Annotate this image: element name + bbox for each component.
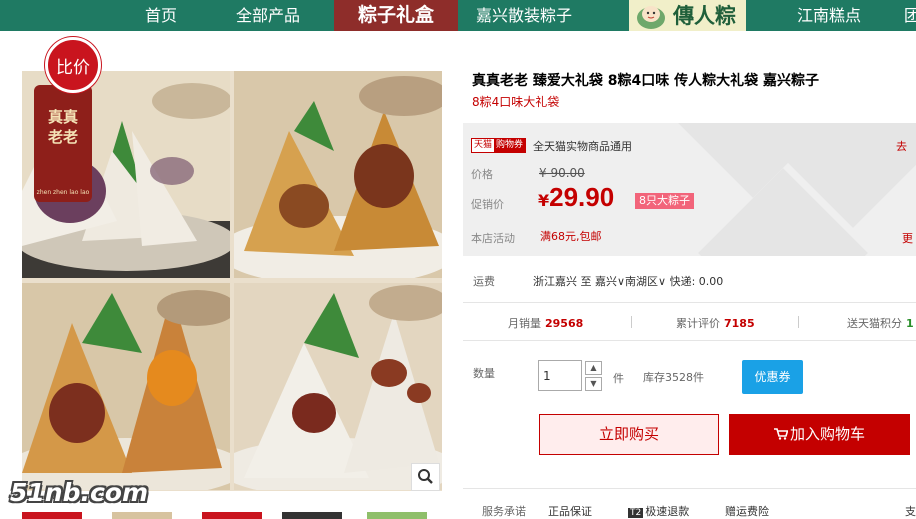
nav-item-jiangnan-pastry[interactable]: 江南糕点 [797, 0, 861, 31]
coupon-label: 购物券 [494, 139, 526, 152]
service-genuine[interactable]: 正品保证 [548, 503, 592, 519]
monthly-sales: 月销量 29568 [508, 315, 583, 331]
coupon-button[interactable]: 优惠券 [742, 360, 803, 394]
promo-text: 全天猫实物商品通用 [533, 140, 632, 153]
total-reviews[interactable]: 累计评价 7185 [676, 315, 755, 331]
zongzi-image-egg-yolk [22, 283, 230, 490]
add-to-cart-button[interactable]: 加入购物车 [729, 414, 910, 455]
shipping-label: 运费 [473, 275, 495, 288]
nav-item-bulk-zongzi[interactable]: 嘉兴散装粽子 [476, 0, 572, 31]
zongzi-image-purple: 真真老老 zhen zhen lao lao [22, 71, 230, 278]
quantity-label: 数量 [473, 367, 495, 380]
tmall-label: 天猫 [472, 139, 495, 152]
brand-nav-label: 傳人粽 [673, 3, 736, 28]
mascot-icon [637, 6, 665, 29]
zoom-button[interactable] [411, 463, 440, 491]
thumbnail-2[interactable] [112, 512, 172, 519]
sale-price-label: 促销价 [471, 198, 504, 211]
brand-seal-logo: 真真老老 zhen zhen lao lao [34, 85, 92, 202]
thumbnail-3[interactable] [202, 512, 262, 519]
product-subtitle: 8粽4口味大礼袋 [472, 95, 560, 109]
tmall-coupon-logo: 天猫 购物券 [471, 138, 527, 153]
original-price-label: 价格 [471, 168, 493, 181]
magnifier-icon [418, 469, 433, 484]
monthly-sales-value: 29568 [545, 317, 584, 330]
compare-price-badge[interactable]: 比价 [45, 37, 101, 93]
zongzi-image-red-bean [234, 283, 442, 490]
zongzi-image-pork [234, 71, 442, 278]
quantity-input[interactable] [538, 360, 582, 391]
original-price: ¥ 90.00 [539, 166, 585, 180]
shipping-destination-selector[interactable]: 浙江嘉兴 至 嘉兴∨南湖区∨ 快递: 0.00 [533, 273, 723, 289]
divider [631, 316, 632, 328]
activity-label: 本店活动 [471, 232, 515, 245]
thumbnail-1[interactable] [22, 512, 82, 519]
nav-item-more[interactable]: 团 [904, 0, 916, 31]
quantity-decrease-button[interactable]: ▼ [585, 377, 602, 391]
site-watermark: 51nb.com [10, 478, 149, 507]
nav-item-zongzi-gift-box[interactable]: 粽子礼盒 [334, 0, 459, 31]
tmall-points-label: 送天猫积分 [847, 317, 902, 330]
total-reviews-label: 累计评价 [676, 317, 720, 330]
quantity-increase-button[interactable]: ▲ [585, 361, 602, 375]
currency-symbol: ¥ [538, 191, 550, 210]
monthly-sales-label: 月销量 [508, 317, 541, 330]
top-navigation-bar: 首页 全部产品 粽子礼盒 嘉兴散装粽子 傳人粽 江南糕点 团 [0, 0, 916, 31]
activity-text: 满68元,包邮 [540, 230, 602, 243]
product-main-image[interactable]: 真真老老 zhen zhen lao lao [22, 71, 442, 491]
divider [798, 316, 799, 328]
service-promise-label: 服务承诺 [482, 505, 526, 518]
service-shipping-insurance[interactable]: 赠运费险 [725, 503, 769, 519]
sale-price: ¥29.90 [538, 182, 614, 213]
seal-text: 真真老老 [47, 108, 78, 146]
thumbnail-5[interactable] [367, 512, 427, 519]
divider [463, 302, 916, 303]
seal-subtext: zhen zhen lao lao [36, 189, 90, 196]
fast-refund-label: 极速退款 [645, 505, 690, 518]
product-title: 真真老老 臻爱大礼袋 8粽4口味 传人粽大礼袋 嘉兴粽子 [472, 73, 819, 89]
divider [463, 340, 916, 341]
buy-now-button[interactable]: 立即购买 [539, 414, 719, 455]
total-reviews-value: 7185 [724, 317, 755, 330]
sale-tag: 8只大粽子 [635, 193, 694, 209]
t2-badge: T2 [628, 508, 644, 518]
price-panel: 天猫 购物券 全天猫实物商品通用 去 价格 ¥ 90.00 促销价 ¥29.90… [463, 123, 916, 256]
promo-link[interactable]: 去 [896, 138, 907, 154]
tmall-points-value: 1 [906, 317, 914, 330]
add-to-cart-label: 加入购物车 [789, 425, 865, 443]
more-link[interactable]: 更 [902, 230, 913, 246]
divider [463, 488, 916, 489]
service-fast-refund[interactable]: T2 极速退款 [628, 503, 689, 519]
sale-price-value: 29.90 [549, 182, 615, 212]
thumbnail-4[interactable] [282, 512, 342, 519]
stock-count: 库存3528件 [643, 371, 704, 384]
nav-item-chuanren-zongzi[interactable]: 傳人粽 [629, 0, 746, 31]
nav-item-all-products[interactable]: 全部产品 [236, 0, 300, 31]
tmall-points: 送天猫积分 1 [847, 315, 914, 331]
thumbnail-strip [22, 512, 442, 519]
service-more[interactable]: 支 [905, 503, 916, 519]
nav-item-home[interactable]: 首页 [145, 0, 177, 31]
quantity-unit: 件 [613, 372, 624, 385]
cart-icon [773, 428, 789, 440]
